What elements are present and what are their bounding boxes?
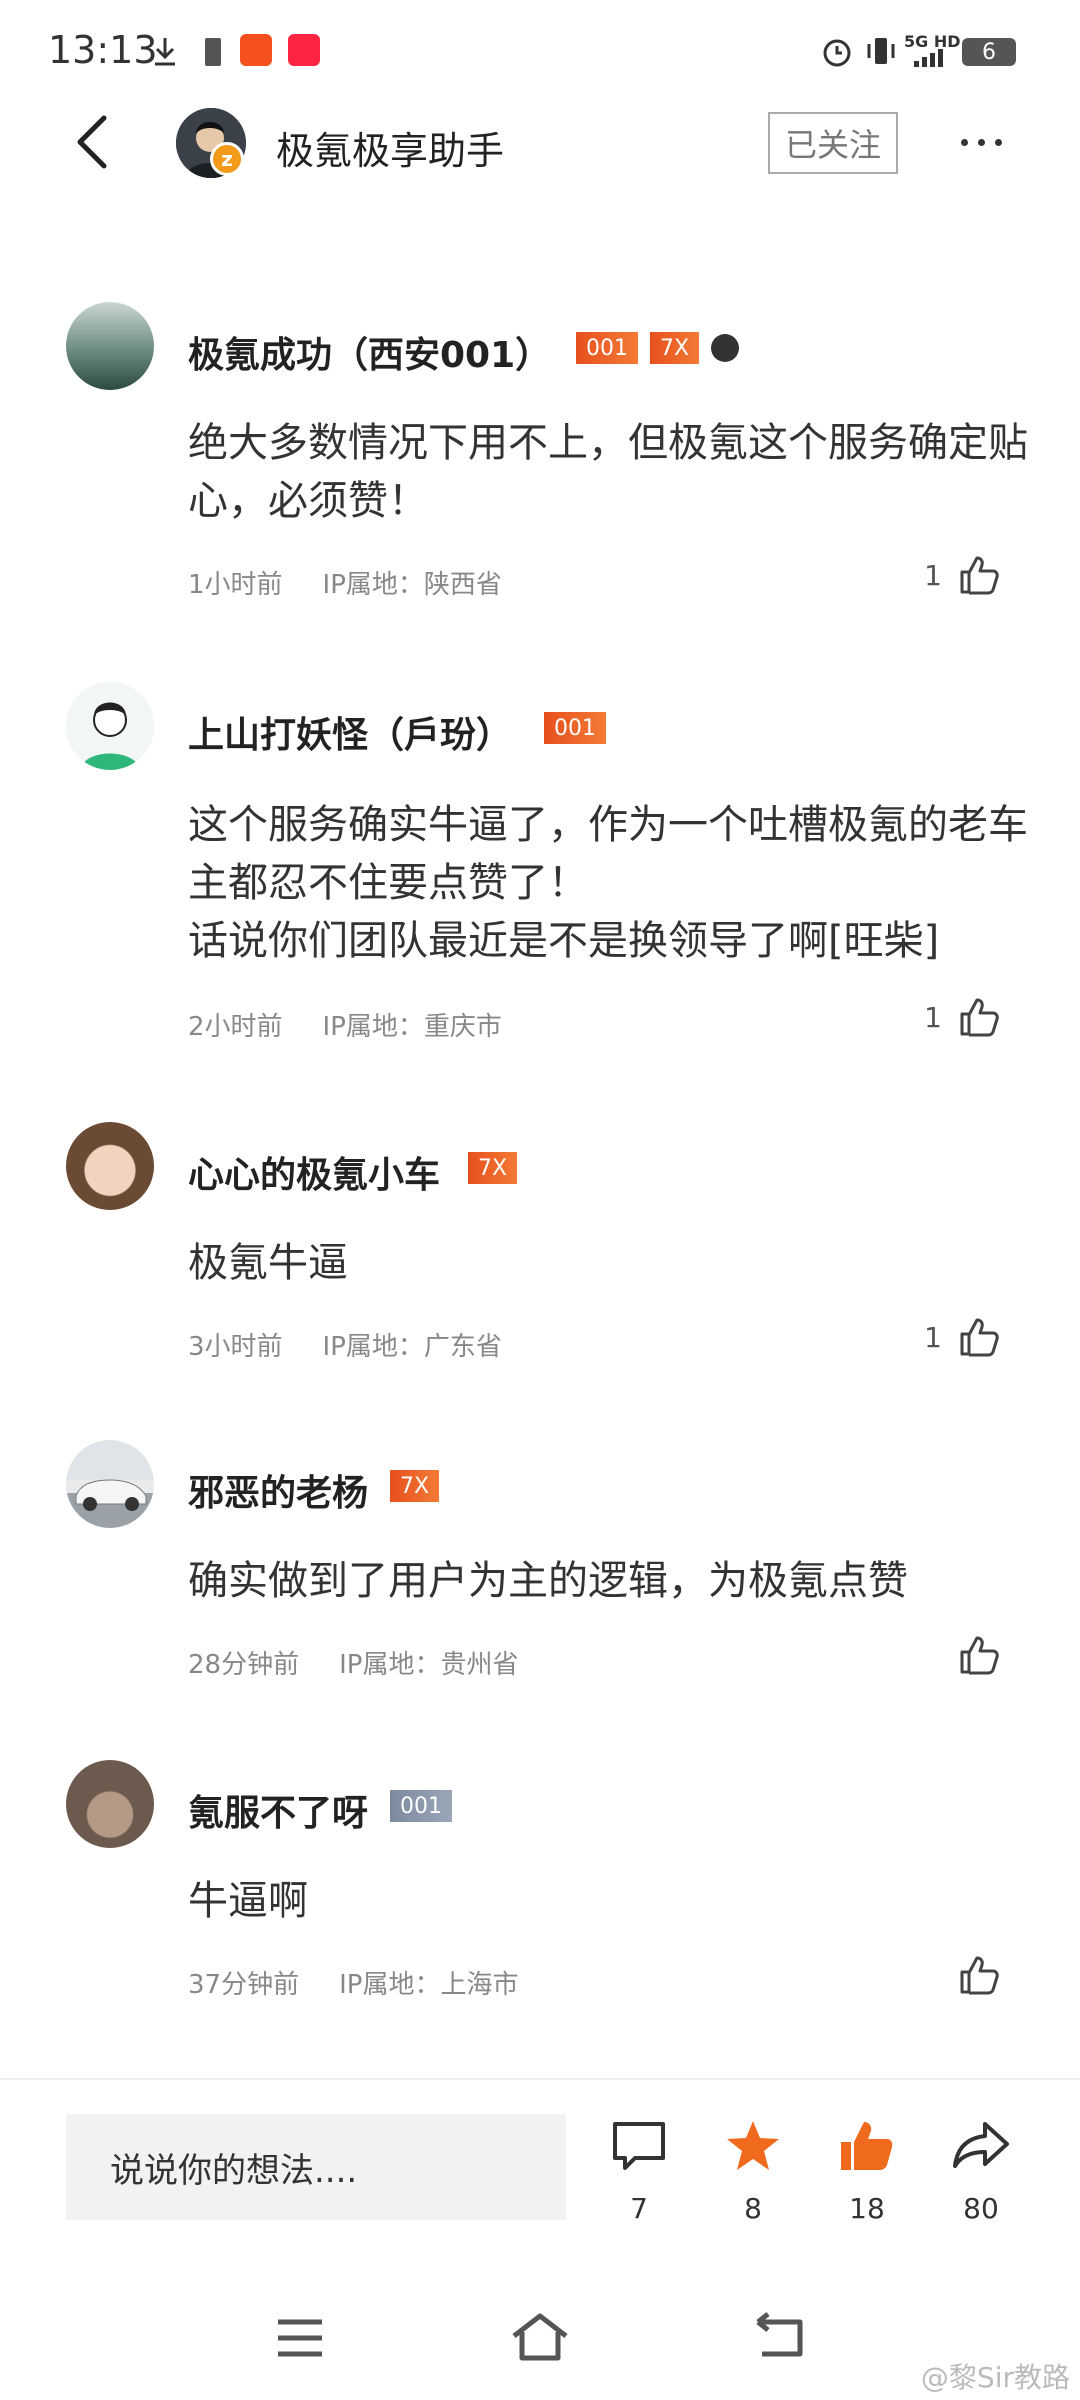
- comment-author[interactable]: 极氪成功（西安001）: [188, 326, 551, 378]
- badge-7x: 7X: [468, 1152, 518, 1184]
- star-icon: [727, 2121, 779, 2170]
- comment-text: 确实做到了用户为主的逻辑，为极氪点赞: [188, 1558, 908, 1604]
- share-action[interactable]: 80: [926, 2118, 1036, 2225]
- comment-text: 这个服务确实牛逼了，作为一个吐槽极氪的老车主都忍不住要点赞了！ 话说你们团队最近…: [188, 802, 1028, 964]
- comment-meta: 28分钟前 IP属地：贵州省: [188, 1644, 518, 1681]
- comment-author[interactable]: 上山打妖怪（戶玢）: [188, 706, 512, 758]
- comment-text: 极氪牛逼: [188, 1240, 348, 1286]
- verified-badge-icon: z: [210, 142, 244, 176]
- share-count: 80: [963, 2192, 999, 2225]
- comment-time: 1小时前: [188, 570, 283, 600]
- status-time: 13:13: [48, 28, 158, 72]
- comment-meta: 37分钟前 IP属地：上海市: [188, 1964, 518, 2001]
- comment-time: 28分钟前: [188, 1650, 300, 1680]
- comment-badges: 7X: [390, 1470, 440, 1502]
- comment-avatar[interactable]: [66, 302, 154, 390]
- battery-saver-icon: [205, 38, 221, 66]
- comment-avatar[interactable]: [66, 1122, 154, 1210]
- comment-avatar[interactable]: [66, 682, 154, 770]
- like-count: 1: [924, 558, 942, 592]
- comment-meta: 3小时前 IP属地：广东省: [188, 1326, 502, 1363]
- comment-ip: IP属地：陕西省: [322, 570, 502, 600]
- comment-avatar[interactable]: [66, 1760, 154, 1848]
- like-button[interactable]: 1: [924, 994, 1002, 1040]
- thumb-up-icon: [960, 998, 999, 1037]
- 365-medal-icon: [711, 334, 740, 362]
- comment-meta: 1小时前 IP属地：陕西省: [188, 564, 502, 601]
- download-icon: [155, 38, 175, 66]
- alarm-icon: [823, 39, 851, 67]
- menu-icon[interactable]: [270, 2308, 330, 2368]
- watermark: @黎Sir教路: [920, 2361, 1070, 2394]
- like-count: 1: [924, 1000, 942, 1034]
- comment-meta: 2小时前 IP属地：重庆市: [188, 1006, 502, 1043]
- badge-7x: 7X: [650, 332, 700, 364]
- like-button[interactable]: 1: [924, 1314, 1002, 1360]
- comment-time: 37分钟前: [188, 1970, 300, 2000]
- home-icon[interactable]: [508, 2308, 572, 2368]
- vibrate-icon: [867, 38, 895, 64]
- badge-001: 001: [576, 332, 638, 364]
- comment-avatar[interactable]: [66, 1440, 154, 1528]
- like-total: 18: [849, 2192, 885, 2225]
- comment-time: 3小时前: [188, 1332, 283, 1362]
- like-button[interactable]: 1: [924, 552, 1002, 598]
- back-nav-icon[interactable]: [750, 2308, 810, 2368]
- comment-ip: IP属地：重庆市: [322, 1012, 502, 1042]
- divider: [0, 2078, 1080, 2080]
- comment-action[interactable]: 7: [584, 2118, 694, 2225]
- badge-001: 001: [544, 712, 606, 744]
- comment-author[interactable]: 邪恶的老杨: [188, 1464, 368, 1516]
- like-action[interactable]: 18: [812, 2118, 922, 2225]
- battery-level: 6: [982, 39, 996, 65]
- like-count: 1: [924, 1320, 942, 1354]
- comment-badges: 001: [390, 1790, 452, 1822]
- thumb-up-icon: [960, 1636, 999, 1675]
- back-arrow-icon[interactable]: [70, 112, 116, 172]
- comment-badges: 7X: [468, 1152, 518, 1184]
- thumb-up-icon: [960, 1956, 999, 1995]
- taobao-app-icon: [240, 34, 272, 66]
- xiaohongshu-app-icon: [288, 34, 320, 66]
- thumb-up-icon: [960, 1318, 999, 1357]
- comment-ip: IP属地：上海市: [339, 1970, 519, 2000]
- comment-ip: IP属地：广东省: [322, 1332, 502, 1362]
- comment-icon: [613, 2122, 665, 2170]
- favorite-action[interactable]: 8: [698, 2118, 808, 2225]
- comment-input[interactable]: 说说你的想法....: [66, 2114, 566, 2220]
- more-icon[interactable]: [950, 110, 1012, 174]
- comment-text: 绝大多数情况下用不上，但极氪这个服务确定贴心，必须赞！: [188, 420, 1028, 524]
- like-button[interactable]: [942, 1632, 1002, 1678]
- battery-indicator: 6: [962, 38, 1016, 66]
- comment-author[interactable]: 心心的极氪小车: [188, 1146, 440, 1198]
- thumb-up-icon: [841, 2122, 893, 2170]
- signal-icon: [914, 49, 943, 67]
- comment-time: 2小时前: [188, 1012, 283, 1042]
- share-icon: [953, 2122, 1009, 2168]
- comment-count: 7: [630, 2192, 648, 2225]
- thumb-up-icon: [960, 556, 999, 595]
- comment-badges: 001: [544, 712, 606, 744]
- comment-text: 牛逼啊: [188, 1878, 308, 1924]
- comment-author[interactable]: 氪服不了呀: [188, 1784, 368, 1836]
- comment-badges: 001 7X: [576, 332, 740, 364]
- comment-ip: IP属地：贵州省: [339, 1650, 519, 1680]
- follow-button[interactable]: 已关注: [768, 112, 898, 174]
- badge-7x: 7X: [390, 1470, 440, 1502]
- page-title: 极氪极享助手: [276, 129, 505, 173]
- favorite-count: 8: [744, 2192, 762, 2225]
- badge-001: 001: [390, 1790, 452, 1822]
- like-button[interactable]: [942, 1952, 1002, 1998]
